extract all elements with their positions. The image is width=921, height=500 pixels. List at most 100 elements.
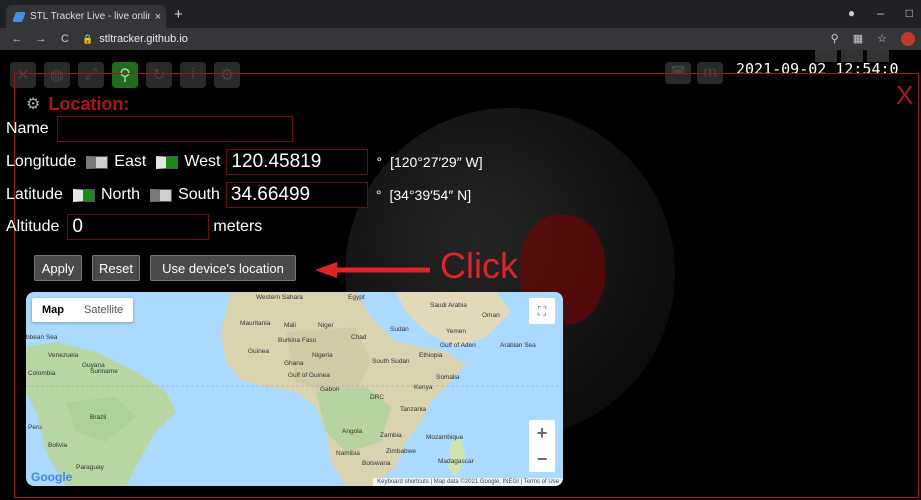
map-label-mauritania: Mauritania [240,320,271,327]
browser-nav-bar: ← → C 🔒 stltracker.github.io ⚲ ▦ ☆ [0,28,921,50]
maximize-button[interactable]: □ [906,6,913,20]
app-canvas: ✕ ◍ ⤢ ⚲ ↻ i ⚙ ◚ m 2021-09-02 12:54:0 X ⚙… [0,50,921,500]
map-label-nigeria: Nigeria [312,352,333,359]
info-icon[interactable]: i [180,62,206,88]
map-label-ghana: Ghana [284,360,304,367]
lock-icon: 🔒 [82,33,94,44]
tab-close-icon[interactable]: × [150,11,166,23]
map-label-gulf-aden: Gulf of Aden [440,342,476,349]
map-type-satellite[interactable]: Satellite [74,298,133,322]
map-label-niger: Niger [318,322,334,329]
qr-icon[interactable]: ▦ [853,32,863,46]
east-label: East [114,153,147,170]
longitude-degree: ° [376,154,383,170]
close-panel-button[interactable]: X [896,80,913,111]
south-toggle[interactable] [150,188,173,202]
map-type-map[interactable]: Map [32,298,74,322]
map-label-kenya: Kenya [414,384,433,391]
top-right-controls: ◚ m [665,62,723,84]
map-label-drc: DRC [370,394,385,401]
use-device-location-button[interactable]: Use device's location [150,255,296,281]
forward-icon[interactable]: → [34,33,48,45]
map-label-angola: Angola [342,428,363,435]
annotation-click-text: Click [440,245,518,286]
back-icon[interactable]: ← [10,33,24,45]
north-toggle[interactable] [72,188,95,202]
map-label-madagascar: Madagascar [438,458,474,465]
south-label: South [178,186,220,203]
settings-icon[interactable]: ⚙ [214,62,240,88]
location-icon[interactable]: ⚲ [112,62,138,88]
expand-icon[interactable]: ⤢ [78,62,104,88]
east-toggle[interactable] [86,155,109,169]
map-label-botswana: Botswana [362,460,391,467]
map-label-burkina: Burkina Faso [278,337,317,344]
map-label-sudan: Sudan [390,326,409,333]
map-attribution[interactable]: Keyboard shortcuts | Map data ©2021 Goog… [373,478,563,486]
minimize-button[interactable]: – [877,6,884,20]
map-label-arabian-sea: Arabian Sea [500,342,536,349]
reload-icon[interactable]: C [58,33,72,45]
satellite-icon[interactable]: ✕ [10,62,36,88]
toolbar: ✕ ◍ ⤢ ⚲ ↻ i ⚙ [10,62,240,88]
address-bar[interactable]: 🔒 stltracker.github.io [82,33,188,45]
longitude-dms: [120°27′29″ W] [390,154,483,170]
map-label-saudi: Saudi Arabia [430,302,467,309]
browser-tab[interactable]: STL Tracker Live - live online sate × [6,5,166,28]
apply-button[interactable]: Apply [34,255,82,281]
map-label-western-sahara: Western Sahara [256,294,303,301]
map-widget[interactable]: Western Sahara Egypt Saudi Arabia Oman M… [26,292,563,486]
globe-icon[interactable]: ◍ [44,62,70,88]
tab-title: STL Tracker Live - live online sate [30,11,150,22]
extension-icon[interactable] [901,32,915,46]
map-label-mali: Mali [284,322,296,329]
west-toggle[interactable] [156,155,179,169]
latitude-degree: ° [375,187,382,203]
browser-actions: ⚲ ▦ ☆ [831,32,915,46]
latitude-input[interactable]: 34.66499 [225,182,368,208]
altitude-input[interactable]: 0 [67,214,210,240]
map-label-somalia: Somalia [436,374,460,381]
reset-button[interactable]: Reset [92,255,140,281]
panel-header: ⚙ Location: [20,90,580,118]
altitude-label: Altitude [6,218,60,235]
google-logo: Google [31,470,73,484]
map-label-mozambique: Mozambique [426,434,464,441]
map-label-bolivia: Bolivia [48,442,68,449]
fullscreen-icon[interactable]: ⛶ [529,298,555,324]
browser-tab-bar: STL Tracker Live - live online sate × + … [0,0,921,28]
map-label-tanzania: Tanzania [400,406,427,413]
map-label-caribbean: bbean Sea [26,334,58,341]
map-label-gabon: Gabon [320,386,340,393]
map-type-control: Map Satellite [32,298,134,322]
location-pin-icon[interactable]: ⚲ [831,32,839,46]
map-label-oman: Oman [482,312,500,319]
mastodon-icon[interactable]: m [697,62,723,84]
map-label-chad: Chad [351,334,367,341]
annotation-arrow [315,262,430,278]
longitude-input[interactable]: 120.45819 [226,149,369,175]
map-label-brazil: Brazil [90,414,107,421]
map-label-yemen: Yemen [446,328,466,335]
map-label-guinea: Guinea [248,348,269,355]
map-label-suriname: Suriname [90,368,118,375]
star-icon[interactable]: ☆ [877,32,887,46]
profile-icon[interactable]: ● [848,6,855,20]
vr-icon[interactable]: ◚ [665,62,691,84]
west-label: West [184,153,221,170]
map-label-ethiopia: Ethiopia [419,352,443,359]
map-label-zambia: Zambia [380,432,402,439]
window-controls: ● – □ [848,6,913,20]
altitude-unit: meters [213,218,263,235]
map-label-peru: Peru [28,424,42,431]
latitude-row: Latitude North South 34.66499 ° [34°39′5… [6,182,471,208]
refresh-icon[interactable]: ↻ [146,62,172,88]
name-input[interactable] [56,116,293,142]
latitude-label: Latitude [6,186,63,203]
new-tab-button[interactable]: + [174,6,183,23]
map-label-south-sudan: South Sudan [372,358,410,365]
zoom-in-button[interactable]: + [529,420,555,446]
zoom-out-button[interactable]: − [529,446,555,472]
location-panel: ⚙ Location: [20,90,580,118]
map-label-colombia: Colombia [28,370,56,377]
